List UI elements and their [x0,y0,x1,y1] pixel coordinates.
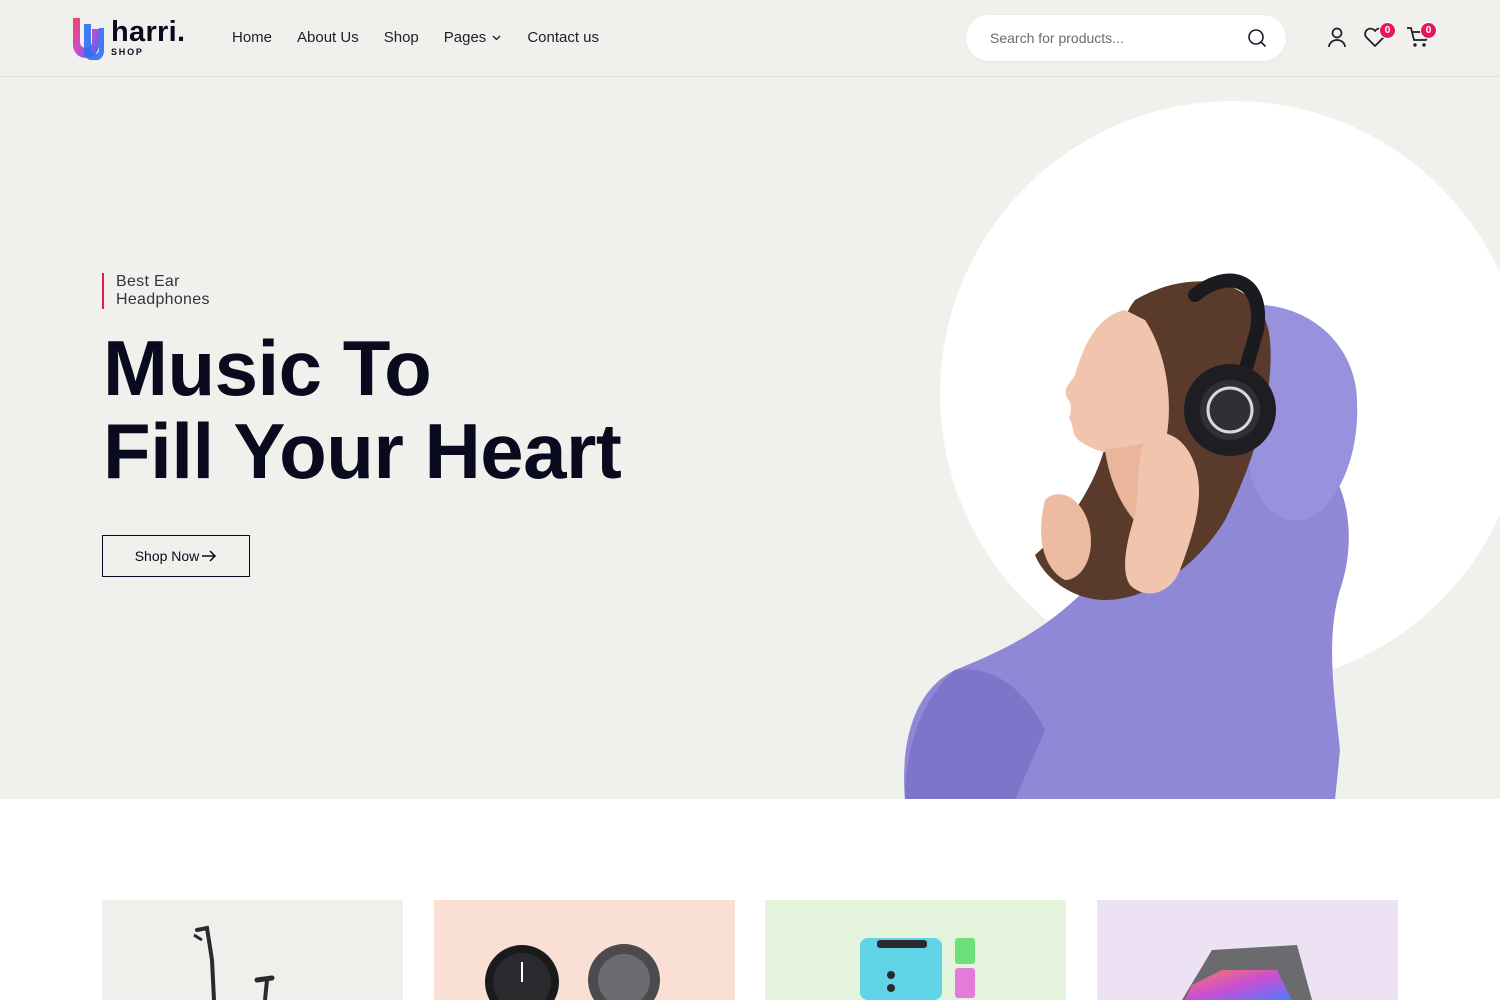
speakers-image [860,938,975,1000]
tablet-image [1182,945,1312,1000]
site-header: harri. SHOP Home About Us Shop Pages Con… [0,0,1500,77]
search-input[interactable] [990,27,1240,49]
shop-now-button[interactable]: Shop Now [102,535,250,577]
search-bar [966,15,1286,61]
category-cards [102,900,1398,1000]
exercise-bike-image [193,925,275,1000]
nav-pages-label: Pages [443,29,487,46]
hero-subtitle: Best Ear Headphones [102,273,242,309]
category-card-speakers[interactable] [765,900,1066,1000]
brand-logo[interactable]: harri. SHOP [70,16,200,60]
category-card-smartwatches[interactable] [434,900,735,1000]
shop-now-label: Shop Now [134,548,200,564]
smartwatches-image [485,944,660,1000]
wishlist-count-badge: 0 [1379,22,1396,39]
brand-name: harri. [111,16,186,48]
user-icon[interactable] [1324,24,1350,50]
chevron-down-icon [492,35,501,41]
nav-home[interactable]: Home [232,29,272,46]
hero-title: Music To Fill Your Heart [103,324,622,495]
nav-pages[interactable]: Pages [444,29,503,46]
hero-title-line-1: Music To [103,324,432,412]
hero-image-woman-headphones [904,273,1358,799]
hero-banner: Best Ear Headphones Music To Fill Your H… [0,77,1500,799]
main-nav: Home About Us Shop Pages Contact us [232,29,624,46]
nav-about-us[interactable]: About Us [297,29,359,46]
category-card-exercise-bike[interactable] [102,900,403,1000]
brand-tagline: SHOP [111,47,144,57]
nav-contact-us[interactable]: Contact us [527,29,599,46]
arrow-right-icon [202,550,217,562]
cart-count-badge: 0 [1420,22,1437,39]
hero-title-line-2: Fill Your Heart [103,407,622,495]
nav-shop[interactable]: Shop [384,29,419,46]
logo-mark-icon [73,18,104,60]
category-card-tablet[interactable] [1097,900,1398,1000]
search-icon[interactable] [1247,28,1267,48]
